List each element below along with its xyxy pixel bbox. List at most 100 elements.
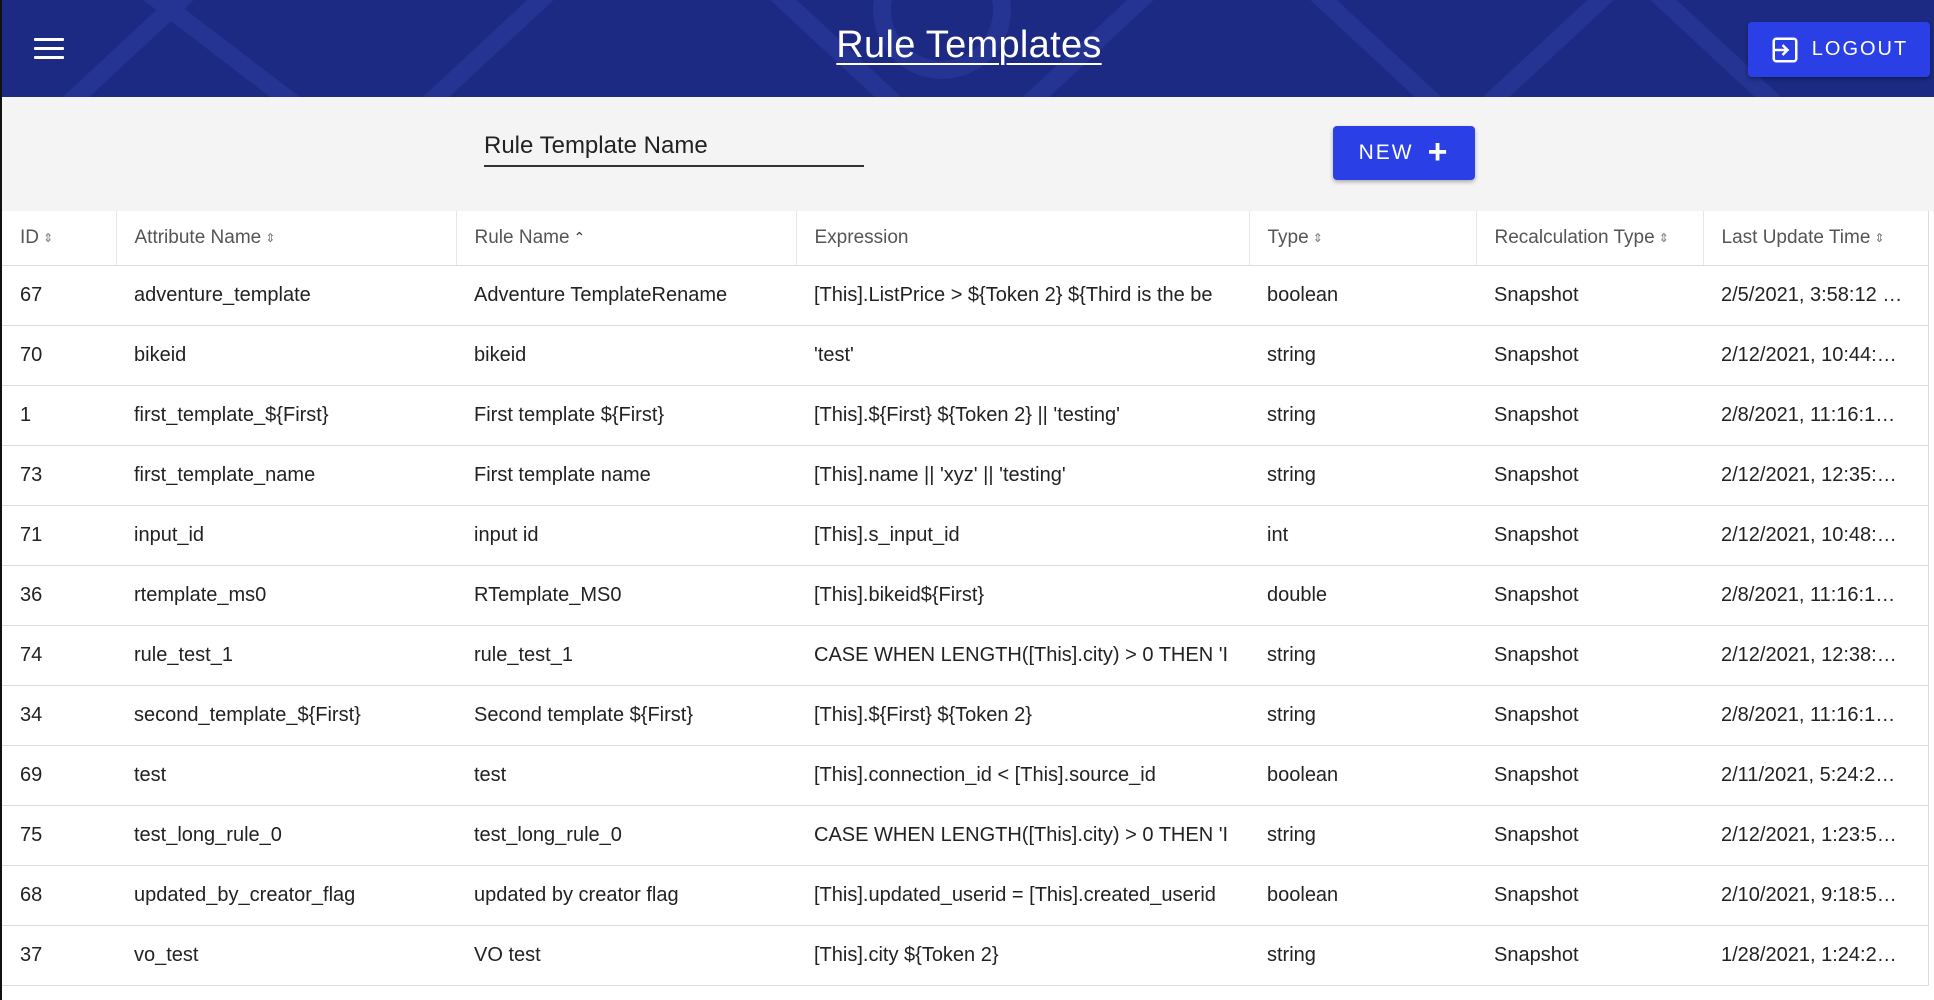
cell-attribute-name: updated_by_creator_flag xyxy=(116,865,456,926)
cell-recalculation-type: Snapshot xyxy=(1476,625,1703,686)
cell-id: 34 xyxy=(2,685,116,746)
cell-id: 70 xyxy=(2,325,116,386)
cell-id: 71 xyxy=(2,505,116,566)
table-row[interactable]: 67 adventure_template Adventure TemplateRe… xyxy=(2,265,1929,326)
cell-recalculation-type: Snapshot xyxy=(1476,325,1703,386)
cell-type: int xyxy=(1249,505,1476,566)
cell-last-update-time: 2/8/2021, 11:16:1… xyxy=(1703,565,1929,626)
cell-type: boolean xyxy=(1249,745,1476,806)
cell-type: string xyxy=(1249,805,1476,866)
column-header-attribute-name[interactable]: Attribute Name ⇕ xyxy=(116,211,457,266)
cell-rule-name: Adventure TemplateRename xyxy=(456,265,796,326)
cell-rule-name: rule_test_1 xyxy=(456,625,796,686)
cell-last-update-time: 2/12/2021, 12:38:… xyxy=(1703,625,1929,686)
logout-button[interactable]: LOGOUT xyxy=(1748,22,1930,77)
table-body: 67 adventure_template Adventure TemplateRe… xyxy=(2,265,1929,986)
cell-id: 75 xyxy=(2,805,116,866)
cell-recalculation-type: Snapshot xyxy=(1476,805,1703,866)
cell-id: 67 xyxy=(2,265,116,326)
cell-rule-name: bikeid xyxy=(456,325,796,386)
column-header-expression[interactable]: Expression xyxy=(796,211,1250,266)
cell-attribute-name: vo_test xyxy=(116,925,456,986)
cell-recalculation-type: Snapshot xyxy=(1476,925,1703,986)
cell-expression: [This].${First} ${Token 2} || 'testing' xyxy=(796,385,1249,446)
sort-icon[interactable]: ⇕ xyxy=(43,231,53,245)
table-row[interactable]: 36 rtemplate_ms0 RTemplate_MS0 [This].bikei… xyxy=(2,565,1929,626)
cell-last-update-time: 2/12/2021, 10:44:… xyxy=(1703,325,1929,386)
cell-expression: [This].connection_id < [This].source_id xyxy=(796,745,1249,806)
table-row[interactable]: 1 first_template_${First} First template $… xyxy=(2,385,1929,446)
cell-type: string xyxy=(1249,685,1476,746)
sort-ascending-icon[interactable]: ⌃ xyxy=(574,229,586,245)
cell-id: 37 xyxy=(2,925,116,986)
sort-icon[interactable]: ⇕ xyxy=(1313,231,1323,245)
cell-attribute-name: rtemplate_ms0 xyxy=(116,565,456,626)
table-header-row: ID ⇕ Attribute Name ⇕ Rule Name ⌃ Expression Ty… xyxy=(2,211,1929,266)
rule-template-name-input[interactable] xyxy=(484,127,864,165)
cell-id: 68 xyxy=(2,865,116,926)
logout-icon xyxy=(1772,37,1798,62)
new-label: NEW xyxy=(1358,141,1414,164)
page-title: Rule Templates xyxy=(836,24,1102,66)
cell-type: boolean xyxy=(1249,265,1476,326)
column-header-label: Rule Name xyxy=(474,226,570,248)
cell-attribute-name: first_template_${First} xyxy=(116,385,456,446)
cell-last-update-time: 2/11/2021, 5:24:2… xyxy=(1703,745,1929,806)
column-header-id[interactable]: ID ⇕ xyxy=(2,211,117,266)
sort-icon[interactable]: ⇕ xyxy=(1874,231,1884,245)
cell-rule-name: test_long_rule_0 xyxy=(456,805,796,866)
column-header-recalculation-type[interactable]: Recalculation Type ⇕ xyxy=(1476,211,1704,266)
search-field xyxy=(484,127,864,167)
plus-icon: + xyxy=(1427,132,1450,171)
cell-type: string xyxy=(1249,385,1476,446)
table-row[interactable]: 73 first_template_name First template name… xyxy=(2,445,1929,506)
cell-last-update-time: 2/12/2021, 12:35:… xyxy=(1703,445,1929,506)
column-header-last-update-time[interactable]: Last Update Time ⇕ xyxy=(1703,211,1929,266)
table-row[interactable]: 74 rule_test_1 rule_test_1 CASE WHEN LENGTH… xyxy=(2,625,1929,686)
cell-id: 1 xyxy=(2,385,116,446)
column-header-rule-name[interactable]: Rule Name ⌃ xyxy=(456,211,797,266)
table-row[interactable]: 37 vo_test VO test [This].city ${Token 2} st… xyxy=(2,925,1929,986)
cell-attribute-name: test_long_rule_0 xyxy=(116,805,456,866)
table-row[interactable]: 69 test test [This].connection_id < [This].… xyxy=(2,745,1929,806)
cell-type: string xyxy=(1249,925,1476,986)
cell-last-update-time: 2/8/2021, 11:16:1… xyxy=(1703,685,1929,746)
cell-attribute-name: input_id xyxy=(116,505,456,566)
cell-expression: 'test' xyxy=(796,325,1249,386)
table-row[interactable]: 34 second_template_${First} Second templat… xyxy=(2,685,1929,746)
new-button[interactable]: NEW + xyxy=(1333,126,1475,180)
cell-last-update-time: 2/12/2021, 10:48:… xyxy=(1703,505,1929,566)
cell-attribute-name: adventure_template xyxy=(116,265,456,326)
cell-expression: [This].${First} ${Token 2} xyxy=(796,685,1249,746)
cell-expression: CASE WHEN LENGTH([This].city) > 0 THEN '… xyxy=(796,805,1249,866)
cell-rule-name: First template ${First} xyxy=(456,385,796,446)
cell-rule-name: RTemplate_MS0 xyxy=(456,565,796,626)
cell-rule-name: VO test xyxy=(456,925,796,986)
table-row[interactable]: 71 input_id input id [This].s_input_id int Sn… xyxy=(2,505,1929,566)
cell-rule-name: Second template ${First} xyxy=(456,685,796,746)
cell-recalculation-type: Snapshot xyxy=(1476,505,1703,566)
cell-rule-name: First template name xyxy=(456,445,796,506)
cell-expression: [This].updated_userid = [This].created_u… xyxy=(796,865,1249,926)
cell-rule-name: updated by creator flag xyxy=(456,865,796,926)
cell-type: string xyxy=(1249,445,1476,506)
filter-toolbar: NEW + xyxy=(0,97,1934,211)
cell-attribute-name: test xyxy=(116,745,456,806)
column-header-label: Last Update Time xyxy=(1721,226,1871,248)
table-row[interactable]: 68 updated_by_creator_flag updated by crea… xyxy=(2,865,1929,926)
cell-recalculation-type: Snapshot xyxy=(1476,685,1703,746)
column-header-type[interactable]: Type ⇕ xyxy=(1249,211,1477,266)
cell-expression: CASE WHEN LENGTH([This].city) > 0 THEN '… xyxy=(796,625,1249,686)
cell-expression: [This].name || 'xyz' || 'testing' xyxy=(796,445,1249,506)
sort-icon[interactable]: ⇕ xyxy=(1659,231,1669,245)
cell-attribute-name: rule_test_1 xyxy=(116,625,456,686)
table-row[interactable]: 70 bikeid bikeid'test' string Snapshot 2/12/2… xyxy=(2,325,1929,386)
column-header-label: Recalculation Type xyxy=(1494,226,1655,248)
column-header-label: Type xyxy=(1267,226,1309,248)
cell-attribute-name: second_template_${First} xyxy=(116,685,456,746)
column-header-label: Attribute Name xyxy=(134,226,262,248)
column-header-label: ID xyxy=(20,226,39,248)
sort-icon[interactable]: ⇕ xyxy=(265,231,275,245)
table-row[interactable]: 75 test_long_rule_0 test_long_rule_0 CASE W… xyxy=(2,805,1929,866)
cell-expression: [This].ListPrice > ${Token 2} ${Third is… xyxy=(796,265,1249,326)
